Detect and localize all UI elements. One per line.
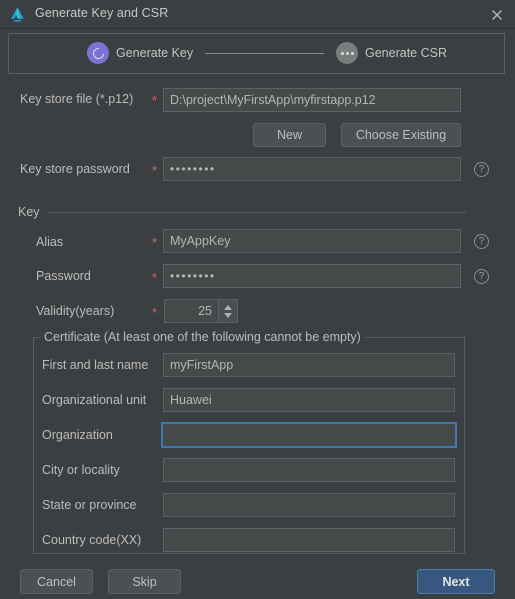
generate-key-and-csr-dialog: Generate Key and CSR Generate Key Genera…	[0, 0, 515, 599]
key-store-password-required-marker: *	[152, 163, 158, 178]
validity-stepper[interactable]: 25	[164, 299, 238, 323]
organization-label: Organization	[42, 428, 113, 442]
key-section-divider	[48, 212, 466, 213]
organizational-unit-input[interactable]	[163, 388, 455, 412]
key-password-required-marker: *	[152, 270, 158, 285]
key-store-file-label: Key store file (*.p12)	[20, 92, 134, 106]
organization-input[interactable]	[161, 422, 457, 448]
chevron-down-icon[interactable]	[224, 312, 232, 318]
first-and-last-name-label: First and last name	[42, 358, 149, 372]
validity-value[interactable]: 25	[165, 300, 219, 322]
close-icon[interactable]	[487, 5, 507, 25]
key-store-file-required-marker: *	[152, 93, 158, 108]
certificate-group-title: Certificate (At least one of the followi…	[40, 330, 365, 344]
alias-required-marker: *	[152, 235, 158, 250]
key-section-title: Key	[18, 205, 40, 219]
alias-label: Alias	[36, 235, 64, 249]
key-store-password-label: Key store password	[20, 162, 130, 176]
step-generate-key[interactable]: Generate Key	[87, 42, 193, 64]
alias-help-icon[interactable]: ?	[474, 234, 489, 249]
spinner-ring-icon	[87, 42, 109, 64]
step-generate-key-label: Generate Key	[116, 46, 194, 60]
state-or-province-input[interactable]	[163, 493, 455, 517]
first-and-last-name-input[interactable]	[163, 353, 455, 377]
deveco-logo-icon	[9, 6, 26, 23]
step-connector	[205, 53, 324, 54]
city-or-locality-label: City or locality	[42, 463, 120, 477]
country-code-input[interactable]	[163, 528, 455, 552]
city-or-locality-input[interactable]	[163, 458, 455, 482]
ellipsis-icon	[336, 42, 358, 64]
validity-required-marker: *	[152, 305, 158, 320]
organizational-unit-label: Organizational unit	[42, 393, 147, 407]
country-code-label: Country code(XX)	[42, 533, 142, 547]
key-store-password-input[interactable]: ••••••••	[163, 157, 461, 181]
chevron-up-icon[interactable]	[224, 304, 232, 310]
validity-label: Validity(years)	[36, 304, 115, 318]
cancel-button[interactable]: Cancel	[20, 569, 93, 594]
key-password-label: Password	[36, 269, 91, 283]
title-bar: Generate Key and CSR	[0, 0, 515, 29]
new-button[interactable]: New	[253, 123, 326, 147]
alias-input[interactable]	[163, 229, 461, 253]
step-generate-csr-label: Generate CSR	[365, 46, 447, 60]
choose-existing-button[interactable]: Choose Existing	[341, 123, 461, 147]
skip-button[interactable]: Skip	[108, 569, 181, 594]
validity-stepper-arrows[interactable]	[219, 300, 237, 322]
key-password-input[interactable]: ••••••••	[163, 264, 461, 288]
key-password-help-icon[interactable]: ?	[474, 269, 489, 284]
key-store-password-help-icon[interactable]: ?	[474, 162, 489, 177]
state-or-province-label: State or province	[42, 498, 137, 512]
page-title: Generate Key and CSR	[35, 6, 169, 20]
key-store-file-input[interactable]	[163, 88, 461, 112]
next-button[interactable]: Next	[417, 569, 495, 594]
step-generate-csr[interactable]: Generate CSR	[336, 42, 447, 64]
wizard-stepper: Generate Key Generate CSR	[8, 33, 505, 74]
